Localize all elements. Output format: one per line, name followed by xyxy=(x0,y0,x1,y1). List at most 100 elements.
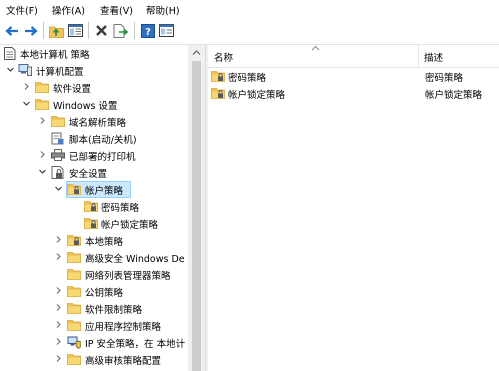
tree-item-windows-settings[interactable]: Windows 设置 xyxy=(0,96,188,113)
tree-item-label: 帐户锁定策略 xyxy=(101,220,159,231)
console-tree-icon[interactable] xyxy=(67,22,84,39)
folder-icon xyxy=(67,268,81,280)
tree-item-dns-policy[interactable]: 域名解析策略 xyxy=(0,113,188,130)
folder-icon xyxy=(67,285,81,297)
tree-item-app-control[interactable]: 应用程序控制策略 xyxy=(0,317,188,334)
properties-icon[interactable] xyxy=(158,22,175,39)
tree-item-software-restriction[interactable]: 软件限制策略 xyxy=(0,300,188,317)
tree-item-label: 安全设置 xyxy=(69,169,108,180)
tree-item-lockout-policy[interactable]: 帐户锁定策略 xyxy=(0,215,188,232)
tree-item-firewall[interactable]: 高级安全 Windows De xyxy=(0,249,188,266)
chevron-right-icon[interactable] xyxy=(54,235,63,244)
folder-icon xyxy=(35,81,49,93)
tree-item-label: 脚本(启动/关机) xyxy=(69,135,137,146)
tree-item-label: 高级审核策略配置 xyxy=(85,356,162,367)
lock-folder-icon xyxy=(84,217,98,229)
column-divider[interactable] xyxy=(418,45,419,67)
toolbar-separator xyxy=(43,22,44,39)
folder-icon xyxy=(35,98,49,110)
tree-item-label: 帐户策略 xyxy=(85,186,124,197)
network-shield-icon xyxy=(67,336,82,349)
tree-item-network-list[interactable]: 网络列表管理器策略 xyxy=(0,266,188,283)
tree-item-label: 本地计算机 策略 xyxy=(20,50,90,61)
lock-folder-icon xyxy=(67,234,81,246)
tree-item-audit[interactable]: 高级审核策略配置 xyxy=(0,351,188,368)
up-folder-icon[interactable] xyxy=(48,22,65,39)
tree-item-computer-config[interactable]: 计算机配置 xyxy=(0,62,188,79)
column-header-description[interactable]: 描述 xyxy=(424,50,443,64)
chevron-down-icon[interactable] xyxy=(38,167,47,176)
tree-item-account-policies[interactable]: 帐户策略 xyxy=(0,181,188,198)
chevron-right-icon[interactable] xyxy=(38,116,47,125)
delete-icon[interactable] xyxy=(93,22,110,39)
tree-item-public-key[interactable]: 公钥策略 xyxy=(0,283,188,300)
svg-text:?: ? xyxy=(145,27,151,38)
chevron-right-icon[interactable] xyxy=(54,286,63,295)
tree-item-software-settings[interactable]: 软件设置 xyxy=(0,79,188,96)
list-item[interactable]: 密码策略 密码策略 xyxy=(208,68,499,85)
list-header: 名称 描述 xyxy=(208,45,499,68)
tree-scrollbar[interactable] xyxy=(188,45,205,371)
folder-icon xyxy=(67,302,81,314)
list-item-description: 帐户锁定策略 xyxy=(425,90,483,101)
export-list-icon[interactable] xyxy=(112,22,129,39)
tree-item-label: 已部署的打印机 xyxy=(69,152,136,163)
lock-folder-icon xyxy=(211,87,225,99)
chevron-right-icon[interactable] xyxy=(54,320,63,329)
tree-item-label: 软件设置 xyxy=(53,84,92,95)
chevron-down-icon[interactable] xyxy=(54,184,63,193)
security-icon xyxy=(51,166,65,179)
chevron-right-icon[interactable] xyxy=(54,252,63,261)
tree-item-label: Windows 设置 xyxy=(53,101,118,112)
policy-document-icon xyxy=(4,47,18,60)
tree-item-password-policy[interactable]: 密码策略 xyxy=(0,198,188,215)
tree-item-ipsec[interactable]: IP 安全策略，在 本地计 xyxy=(0,334,188,351)
list-item[interactable]: 帐户锁定策略 帐户锁定策略 xyxy=(208,85,499,102)
tree-item-label: IP 安全策略，在 本地计 xyxy=(85,339,186,350)
list-item-description: 密码策略 xyxy=(425,73,464,84)
tree-item-root[interactable]: 本地计算机 策略 xyxy=(0,45,188,62)
chevron-right-icon[interactable] xyxy=(22,82,31,91)
chevron-down-icon[interactable] xyxy=(6,65,15,74)
menu-action[interactable]: 操作(A) xyxy=(52,3,85,17)
folder-icon xyxy=(51,115,65,127)
tree-item-local-policies[interactable]: 本地策略 xyxy=(0,232,188,249)
tree-item-printers[interactable]: 已部署的打印机 xyxy=(0,147,188,164)
tree-item-security-settings[interactable]: 安全设置 xyxy=(0,164,188,181)
folder-icon xyxy=(67,319,81,331)
tree-item-label: 公钥策略 xyxy=(85,288,124,299)
menu-file[interactable]: 文件(F) xyxy=(6,3,38,17)
list-item-name: 密码策略 xyxy=(228,73,267,84)
computer-icon xyxy=(18,64,32,76)
tree-item-scripts[interactable]: 脚本(启动/关机) xyxy=(0,130,188,147)
chevron-right-icon[interactable] xyxy=(54,303,63,312)
lock-folder-icon xyxy=(84,200,98,212)
tree-item-label: 软件限制策略 xyxy=(85,305,143,316)
chevron-right-icon[interactable] xyxy=(54,337,63,346)
scrollbar-thumb[interactable] xyxy=(192,61,201,371)
column-header-name[interactable]: 名称 xyxy=(214,50,233,64)
chevron-right-icon[interactable] xyxy=(54,354,63,363)
scroll-up-icon[interactable] xyxy=(192,49,201,56)
lock-folder-icon xyxy=(67,183,81,195)
menu-bar: 文件(F) 操作(A) 查看(V) 帮助(H) xyxy=(0,0,499,18)
toolbar-separator xyxy=(134,22,135,39)
details-pane: 名称 描述 密码策略 密码策略 帐户锁定策略 帐户锁定策略 xyxy=(208,45,499,371)
lock-folder-icon xyxy=(211,70,225,82)
menu-help[interactable]: 帮助(H) xyxy=(146,3,180,17)
chevron-down-icon[interactable] xyxy=(22,99,31,108)
forward-icon[interactable] xyxy=(22,22,39,39)
back-icon[interactable] xyxy=(3,22,20,39)
sort-ascending-icon xyxy=(311,45,320,51)
folder-icon xyxy=(67,251,81,263)
console-tree: 本地计算机 策略 计算机配置 软件设置 Windows 设置 域名解析策略 脚本… xyxy=(0,45,188,371)
tree-item-label: 本地策略 xyxy=(85,237,124,248)
tree-item-label: 计算机配置 xyxy=(36,67,84,78)
help-icon[interactable]: ? xyxy=(139,22,156,39)
tree-item-label: 应用程序控制策略 xyxy=(85,322,162,333)
list-item-name: 帐户锁定策略 xyxy=(228,90,286,101)
folder-icon xyxy=(67,353,81,365)
chevron-right-icon[interactable] xyxy=(38,150,47,159)
menu-view[interactable]: 查看(V) xyxy=(100,3,133,17)
tree-item-label: 网络列表管理器策略 xyxy=(85,271,171,282)
